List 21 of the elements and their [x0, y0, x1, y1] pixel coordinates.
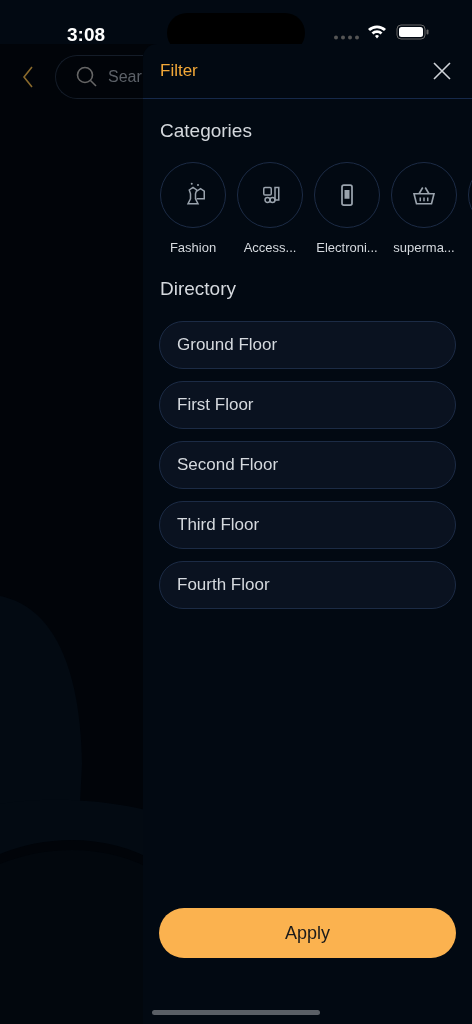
floor-option[interactable]: First Floor — [159, 380, 456, 429]
floor-option[interactable]: Ground Floor — [159, 320, 456, 369]
apply-button[interactable]: Apply — [159, 908, 456, 958]
category-label: Access... — [243, 238, 297, 257]
filter-title: Filter — [160, 60, 198, 83]
search-icon — [76, 66, 98, 88]
floor-option[interactable]: Second Floor — [159, 440, 456, 489]
category-label: Fashion — [169, 238, 217, 257]
floor-option[interactable]: Third Floor — [159, 500, 456, 549]
category-label: superma... — [393, 238, 455, 257]
status-time: 3:08 — [67, 23, 106, 47]
floor-option[interactable]: Fourth Floor — [159, 560, 456, 609]
wifi-icon — [367, 24, 387, 39]
battery-icon — [396, 24, 430, 40]
section-heading: Categories — [160, 119, 253, 143]
back-icon[interactable] — [22, 66, 34, 88]
search-placeholder: Sear — [108, 67, 142, 87]
category-label: Electroni... — [316, 238, 378, 257]
close-icon[interactable] — [432, 61, 452, 81]
section-heading: Directory — [160, 277, 237, 301]
signal-icon — [334, 35, 359, 40]
